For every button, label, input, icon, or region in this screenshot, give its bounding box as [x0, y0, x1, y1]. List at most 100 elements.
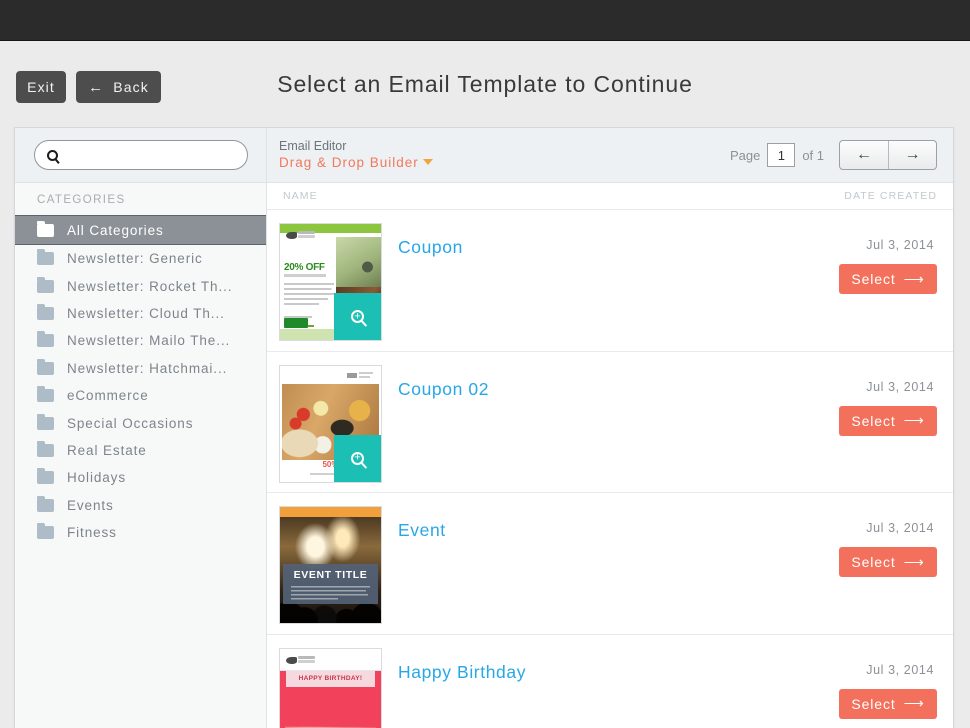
sidebar-item-fitness[interactable]: Fitness — [15, 519, 266, 546]
zoom-in-icon[interactable] — [334, 435, 381, 482]
search-input[interactable] — [66, 148, 236, 163]
arrow-right-icon: → — [905, 146, 921, 164]
template-thumbnail[interactable]: 20% OFF — [279, 223, 382, 341]
column-header-date: DATE CREATED — [844, 190, 937, 202]
sidebar-item-events[interactable]: Events — [15, 492, 266, 519]
sidebar-item-special-occasions[interactable]: Special Occasions — [15, 409, 266, 436]
select-button[interactable]: Select ⟶ — [839, 547, 937, 577]
template-name-link[interactable]: Coupon 02 — [398, 379, 839, 400]
select-button-label: Select — [851, 271, 895, 287]
folder-icon — [37, 417, 54, 430]
arrow-right-icon: ⟶ — [904, 695, 925, 712]
arrow-right-icon: ⟶ — [904, 271, 925, 288]
template-thumbnail[interactable]: HAPPY BIRTHDAY! — [279, 648, 382, 728]
sidebar: CATEGORIES All Categories Newsletter: Ge… — [15, 128, 267, 728]
sidebar-item-holidays[interactable]: Holidays — [15, 464, 266, 491]
row-actions: Jul 3, 2014 Select ⟶ — [839, 506, 937, 577]
template-list: 20% OFF Coupon Jul 3, 2014 — [267, 210, 953, 728]
exit-button[interactable]: Exit — [16, 71, 66, 103]
thumbnail-artwork: HAPPY BIRTHDAY! — [280, 649, 381, 728]
sidebar-item-label: Newsletter: Cloud Th... — [67, 306, 225, 321]
sidebar-item-newsletter-rocket[interactable]: Newsletter: Rocket Th... — [15, 272, 266, 299]
table-row[interactable]: EVENT TITLE Event Jul 3, 2014 Select ⟶ — [267, 493, 953, 635]
sidebar-item-all-categories[interactable]: All Categories — [15, 215, 266, 245]
folder-icon — [37, 389, 54, 402]
arrow-right-icon: ⟶ — [904, 412, 925, 429]
sidebar-item-label: Special Occasions — [67, 416, 193, 431]
select-button-label: Select — [851, 696, 895, 712]
folder-icon — [37, 334, 54, 347]
folder-icon — [37, 280, 54, 293]
folder-icon — [37, 499, 54, 512]
select-button[interactable]: Select ⟶ — [839, 406, 937, 436]
exit-button-label: Exit — [27, 79, 55, 95]
row-actions: Jul 3, 2014 Select ⟶ — [839, 223, 937, 294]
row-actions: Jul 3, 2014 Select ⟶ — [839, 648, 937, 719]
row-actions: Jul 3, 2014 Select ⟶ — [839, 365, 937, 436]
sidebar-item-label: Newsletter: Mailo The... — [67, 333, 230, 348]
sidebar-item-ecommerce[interactable]: eCommerce — [15, 382, 266, 409]
sidebar-item-label: Events — [67, 498, 114, 513]
folder-icon — [37, 224, 54, 237]
categories-list: All Categories Newsletter: Generic Newsl… — [15, 215, 266, 728]
select-button[interactable]: Select ⟶ — [839, 264, 937, 294]
sidebar-item-label: Newsletter: Rocket Th... — [67, 279, 232, 294]
sidebar-item-label: All Categories — [67, 223, 164, 238]
arrow-left-icon: ← — [856, 146, 872, 164]
sidebar-search-area — [15, 128, 266, 183]
zoom-in-icon[interactable] — [334, 293, 381, 340]
content-toolbar: Email Editor Drag & Drop Builder Page of… — [267, 128, 953, 183]
table-row[interactable]: HAPPY BIRTHDAY! Happy Birthday Jul 3, 20… — [267, 635, 953, 728]
template-date: Jul 3, 2014 — [866, 521, 934, 535]
sidebar-item-newsletter-generic[interactable]: Newsletter: Generic — [15, 245, 266, 272]
thumbnail-artwork: EVENT TITLE — [280, 507, 381, 623]
table-row[interactable]: 50% Coupon 02 Jul 3, 2014 Select ⟶ — [267, 352, 953, 494]
brand-logo-icon — [286, 655, 316, 666]
previous-page-button[interactable]: ← — [840, 141, 888, 169]
column-headers: NAME DATE CREATED — [267, 183, 953, 210]
page-header: Exit ← Back Select an Email Template to … — [0, 41, 970, 130]
folder-icon — [37, 362, 54, 375]
thumbnail-headline: 20% OFF — [284, 262, 325, 273]
template-name-link[interactable]: Coupon — [398, 237, 839, 258]
folder-icon — [37, 252, 54, 265]
pager-buttons: ← → — [839, 140, 937, 170]
sidebar-item-label: Real Estate — [67, 443, 147, 458]
sidebar-item-real-estate[interactable]: Real Estate — [15, 437, 266, 464]
editor-dropdown-label: Drag & Drop Builder — [279, 155, 419, 170]
select-button[interactable]: Select ⟶ — [839, 689, 937, 719]
sidebar-item-label: Fitness — [67, 525, 117, 540]
editor-dropdown[interactable]: Drag & Drop Builder — [279, 154, 433, 172]
table-row[interactable]: 20% OFF Coupon Jul 3, 2014 — [267, 210, 953, 352]
template-browser-panel: CATEGORIES All Categories Newsletter: Ge… — [14, 127, 954, 728]
next-page-button[interactable]: → — [888, 141, 936, 169]
back-button[interactable]: ← Back — [76, 71, 161, 103]
folder-icon — [37, 471, 54, 484]
column-header-name: NAME — [283, 190, 318, 202]
sidebar-item-newsletter-cloud[interactable]: Newsletter: Cloud Th... — [15, 300, 266, 327]
page-label: Page — [730, 148, 760, 163]
sidebar-item-newsletter-mailo[interactable]: Newsletter: Mailo The... — [15, 327, 266, 354]
template-name-link[interactable]: Happy Birthday — [398, 662, 839, 683]
categories-heading: CATEGORIES — [15, 183, 266, 215]
page-total-label: of 1 — [802, 148, 824, 163]
sidebar-item-label: eCommerce — [67, 388, 149, 403]
folder-icon — [37, 526, 54, 539]
brand-logo-icon — [286, 230, 316, 241]
sidebar-item-newsletter-hatchmail[interactable]: Newsletter: Hatchmai... — [15, 355, 266, 382]
page-number-input[interactable] — [767, 143, 795, 167]
template-thumbnail[interactable]: EVENT TITLE — [279, 506, 382, 624]
search-box[interactable] — [34, 140, 248, 170]
brand-logo-icon — [347, 371, 373, 380]
template-date: Jul 3, 2014 — [866, 663, 934, 677]
template-name-link[interactable]: Event — [398, 520, 839, 541]
chevron-down-icon — [423, 159, 433, 165]
template-thumbnail[interactable]: 50% — [279, 365, 382, 483]
search-icon — [47, 150, 58, 161]
content-area: Email Editor Drag & Drop Builder Page of… — [267, 128, 953, 728]
select-button-label: Select — [851, 554, 895, 570]
thumbnail-headline: HAPPY BIRTHDAY! — [286, 671, 375, 687]
arrow-right-icon: ⟶ — [904, 554, 925, 571]
editor-label: Email Editor — [279, 138, 433, 154]
editor-selector[interactable]: Email Editor Drag & Drop Builder — [279, 138, 433, 172]
